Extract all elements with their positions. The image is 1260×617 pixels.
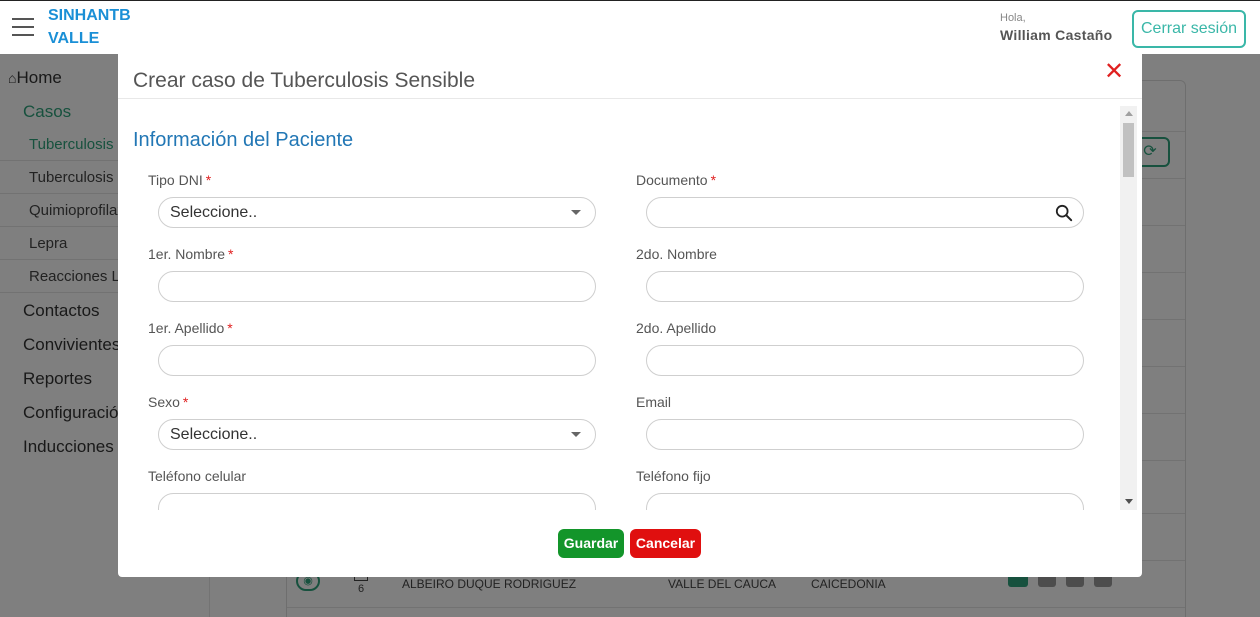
apellido2-label: 2do. Apellido [636,320,717,336]
modal-scrollbar[interactable] [1120,106,1137,510]
tipo-dni-select[interactable]: Seleccione.. [158,197,596,228]
sexo-label-text: Sexo [148,394,180,410]
brand-logo[interactable]: SINHANTB VALLE [48,4,131,50]
modal-divider [118,98,1142,99]
nombre1-label: 1er. Nombre * [148,246,234,262]
section-title: Información del Paciente [133,129,354,151]
email-label: Email [636,394,672,410]
search-icon[interactable] [1055,204,1073,222]
logout-button[interactable]: Cerrar sesión [1132,10,1246,48]
nombre1-label-text: 1er. Nombre [148,246,226,262]
top-header: SINHANTB VALLE Hola, William Castaño Cer… [0,0,1260,54]
apellido1-label-text: 1er. Apellido [148,320,225,336]
apellido1-input[interactable] [158,345,596,376]
apellido1-label: 1er. Apellido * [148,320,233,336]
nombre2-input[interactable] [646,271,1084,302]
required-marker: * [228,246,234,262]
chevron-down-icon [571,210,581,215]
required-marker: * [182,394,189,410]
sexo-select-value: Seleccione.. [170,426,258,443]
save-button[interactable]: Guardar [558,529,624,558]
greeting-text: Hola, [1000,12,1026,24]
tipo-dni-label-text: Tipo DNI [148,172,203,188]
documento-input[interactable] [646,197,1084,228]
close-icon[interactable]: ✕ [1102,60,1126,84]
required-marker: * [205,172,212,188]
required-marker: * [710,172,717,188]
required-marker: * [227,320,233,336]
scroll-up-icon[interactable] [1125,111,1133,116]
scroll-down-icon[interactable] [1125,499,1133,504]
fijo-label: Teléfono fijo [636,468,711,484]
documento-label: Documento * [636,172,716,188]
tipo-dni-select-value: Seleccione.. [170,204,258,221]
user-name: William Castaño [1000,27,1113,43]
scrollbar-thumb[interactable] [1123,123,1134,177]
tipo-dni-label: Tipo DNI * [148,172,211,188]
chevron-down-icon [571,432,581,437]
apellido2-input[interactable] [646,345,1084,376]
sexo-select[interactable]: Seleccione.. [158,419,596,450]
brand-line2: VALLE [48,30,100,47]
modal-body: Información del Paciente Tipo DNI * Selec… [118,106,1118,510]
fijo-input[interactable] [646,493,1084,510]
nombre1-input[interactable] [158,271,596,302]
create-case-modal: Crear caso de Tuberculosis Sensible ✕ In… [118,54,1142,577]
celular-label: Teléfono celular [148,468,247,484]
celular-input[interactable] [158,493,596,510]
brand-line1: SINHANTB [48,7,131,24]
nombre2-label: 2do. Nombre [636,246,717,262]
sexo-label: Sexo * [148,394,188,410]
modal-title: Crear caso de Tuberculosis Sensible [133,69,476,92]
cancel-button[interactable]: Cancelar [630,529,701,558]
documento-label-text: Documento [636,172,708,188]
hamburger-icon[interactable] [12,18,34,36]
email-input[interactable] [646,419,1084,450]
